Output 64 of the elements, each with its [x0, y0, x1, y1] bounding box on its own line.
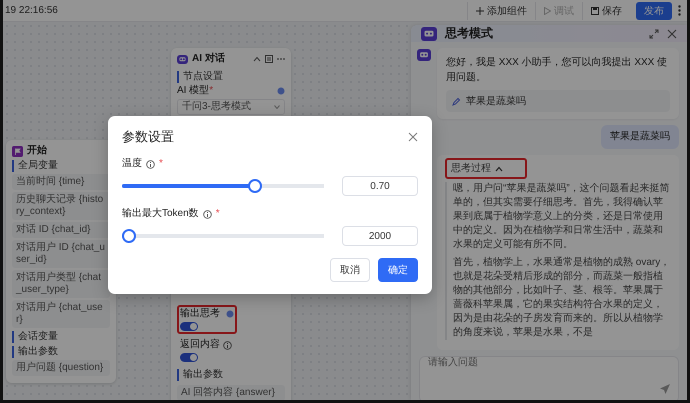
info-icon [146, 160, 155, 168]
toggle-switch[interactable] [180, 353, 198, 362]
confirm-button[interactable]: 确定 [378, 258, 418, 282]
save-icon [591, 6, 599, 14]
caret-down-icon [274, 105, 280, 109]
section-label: 节点设置 [177, 71, 285, 83]
pen-icon [452, 96, 461, 106]
field-label: AI 模型* [177, 85, 214, 97]
thinking-toggle[interactable]: 思考过程 [445, 158, 527, 179]
help-icon [226, 310, 234, 318]
toolbar-button[interactable]: 保存 [582, 2, 630, 20]
more-icon[interactable] [678, 5, 681, 16]
section-label: 会话变量 [12, 331, 110, 343]
info-icon [202, 210, 212, 218]
caret-up-icon [495, 166, 503, 172]
variable-item: 对话 ID {chat_id} [12, 222, 110, 238]
required-mark: * [216, 208, 220, 220]
dialog-title: 参数设置 [122, 128, 174, 146]
info-icon [223, 340, 232, 350]
field-label: 温度 [122, 158, 142, 170]
variable-item: 对话用户类型 {chat_user_type} [12, 270, 110, 298]
panel-title: 思考模式 [445, 25, 493, 42]
variable-item: 对话用户 ID {chat_user_id} [12, 240, 110, 268]
field-label: 输出最大Token数 [122, 208, 199, 220]
node-title: AI 对话 [192, 53, 225, 65]
variable-item: 历史聊天记录 {history_context} [12, 192, 110, 220]
robot-icon [417, 48, 431, 62]
toggle-switch[interactable] [180, 322, 198, 331]
section-label: 输出参数 [12, 346, 110, 358]
slider-handle[interactable] [122, 229, 136, 243]
node-title: 开始 [27, 145, 47, 157]
timestamp: 19 22:16:56 [5, 5, 58, 16]
panel-icon [265, 55, 273, 63]
close-button[interactable] [408, 132, 418, 142]
slider-handle[interactable] [248, 179, 262, 193]
toolbar-button[interactable]: 添加组件 [467, 2, 535, 20]
close-icon [667, 28, 677, 38]
variable-item: 对话用户 {chat_user} [12, 300, 110, 328]
suggestion-chip[interactable]: 苹果是蔬菜吗 [446, 90, 670, 112]
setting-label: 输出思考 [180, 308, 220, 320]
number-input[interactable]: 2000 [342, 226, 418, 246]
required-mark: * [159, 158, 163, 170]
plus-icon [476, 6, 484, 14]
thinking-text: 首先，植物学上，水果通常是植物的成熟 ovary，也就是花朵受精后形成的部分，而蔬菜一般指植物的其他部分，比如叶子、茎、根等。苹果属于蔷薇科苹果属，它的果实结构符合水果的定义，因为是由花朵的子房发育而来的。所以从植物学的角度来说，苹果是水果，不是 [453, 256, 671, 340]
help-icon [277, 87, 285, 95]
thinking-text: 嗯，用户问“苹果是蔬菜吗”，这个问题看起来挺简单的，但其实需要仔细思考。首先，我得确认苹果到底属于植物学意义上的分类，还是日常使用中的定义。因为在植物学和日常生活中，蔬菜和水果的定义可能有所不同。 [453, 182, 671, 252]
expand-icon [649, 28, 659, 38]
robot-icon [177, 54, 188, 64]
number-input[interactable]: 0.70 [342, 176, 418, 196]
publish-button[interactable]: 发布 [636, 2, 672, 20]
section-label: 输出参数 [177, 369, 285, 381]
setting-label: 返回内容 [180, 339, 220, 351]
question-input[interactable]: 请输入问题 [419, 356, 679, 400]
cancel-button[interactable]: 取消 [330, 258, 370, 282]
flag-icon [12, 146, 23, 156]
play-icon [544, 6, 551, 14]
model-dropdown[interactable]: 千问3-思考模式 [177, 99, 285, 115]
variable-item: AI 回答内容 {answer} [177, 385, 285, 400]
variable-item: 当前时间 {time} [12, 174, 110, 190]
caret-up-icon [253, 56, 261, 62]
send-icon [659, 383, 671, 395]
variable-item: 用户问题 {question} [12, 360, 110, 376]
message-text: 您好，我是 XXX 小助手，您可以向我提出 XXX 使用问题。 [446, 56, 668, 85]
user-message: 苹果是蔬菜吗 [601, 125, 679, 149]
